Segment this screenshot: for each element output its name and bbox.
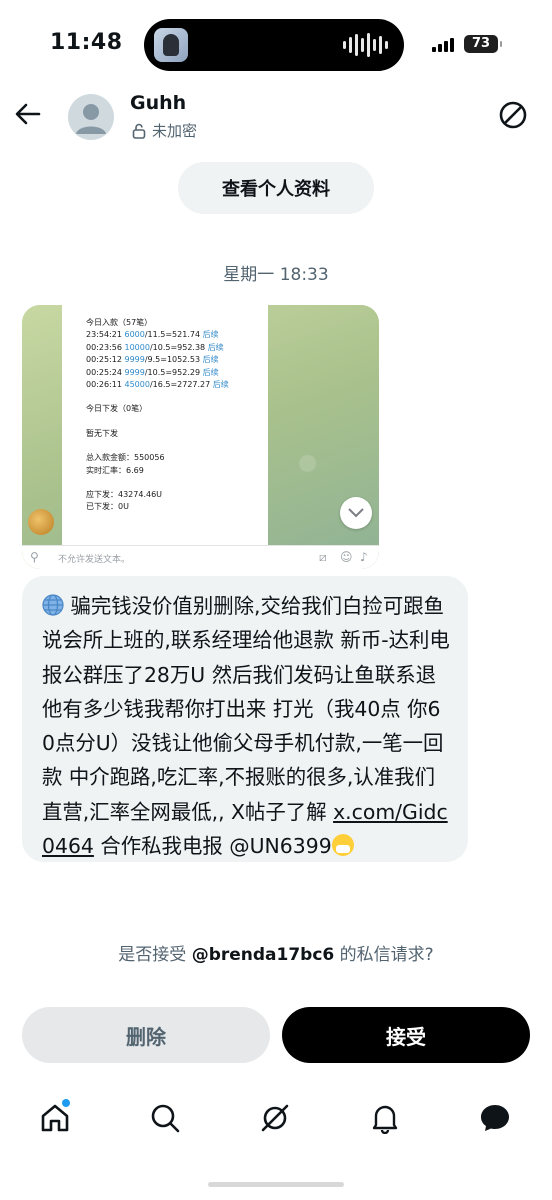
conversation-header: Guhh 未加密 (0, 86, 552, 150)
date-separator: 星期一 18:33 (223, 265, 329, 285)
notifications-icon (372, 1105, 398, 1134)
default-avatar-icon (76, 104, 106, 134)
now-playing-artwork (154, 28, 188, 62)
request-prefix: 是否接受 (118, 945, 192, 965)
back-button[interactable] (12, 98, 44, 130)
bottom-tab-bar (0, 1090, 552, 1150)
request-handle: @brenda17bc6 (191, 945, 335, 965)
message-bubble[interactable]: 骗完钱没价值别删除,交给我们白捡可跟鱼说会所上班的,联系经理给他退款 新币-达利… (22, 576, 468, 862)
no-out-label: 暂无下发 (86, 428, 118, 438)
input-placeholder: 不允许发送文本。 (58, 555, 131, 565)
today-in-heading: 今日入款（57笔） (86, 318, 153, 327)
avatar[interactable] (68, 94, 114, 140)
search-icon (151, 1104, 180, 1133)
message-request-prompt: 是否接受 @brenda17bc6 的私信请求? (0, 940, 552, 965)
unlock-icon (132, 123, 146, 139)
dynamic-island (144, 19, 404, 71)
ledger-row: 00:23:56 10000/10.5=952.38 后续 (86, 342, 224, 352)
contact-name[interactable]: Guhh (130, 92, 186, 114)
mask-face-emoji-icon (331, 834, 354, 857)
chevron-down-icon (348, 508, 364, 518)
tab-messages[interactable] (477, 1100, 513, 1136)
attach-icon: ⚲ (30, 550, 39, 564)
image-message[interactable]: 今日入款（57笔） 23:54:21 6000/11.5=521.74 后续 0… (22, 305, 379, 569)
grok-icon (261, 1104, 289, 1132)
ledger-row: 00:26:11 45000/16.5=2727.27 后续 (86, 380, 229, 390)
ledger-row: 23:54:21 6000/11.5=521.74 后续 (86, 330, 219, 340)
rate-label: 实时汇率：6.69 (86, 465, 144, 475)
wifi-icon (448, 32, 462, 52)
tab-notifications[interactable] (367, 1100, 403, 1136)
total-in-label: 总入款金额：550056 (86, 453, 165, 463)
telegram-screenshot-panel: 今日入款（57笔） 23:54:21 6000/11.5=521.74 后续 0… (62, 305, 268, 545)
battery-icon: 73 (464, 35, 502, 53)
ledger-row: 00:25:24 9999/10.5=952.29 后续 (86, 367, 219, 377)
delete-button[interactable]: 删除 (22, 1007, 270, 1063)
message-text: 骗完钱没价值别删除,交给我们白捡可跟鱼说会所上班的,联系经理给他退款 新币-达利… (42, 589, 452, 863)
status-bar: 11:48 73 (0, 0, 552, 90)
scroll-down-button (340, 497, 372, 529)
view-profile-button[interactable]: 查看个人资料 (178, 162, 374, 214)
today-out-heading: 今日下发（0笔） (86, 404, 148, 414)
message-body: 骗完钱没价值别删除,交给我们白捡可跟鱼说会所上班的,联系经理给他退款 新币-达利… (42, 594, 450, 824)
sent-label: 已下发：0U (86, 502, 129, 512)
status-time: 11:48 (50, 30, 123, 55)
arrow-left-icon (15, 103, 41, 125)
message-tail: 合作私我电报 @UN6399 (93, 834, 332, 859)
sender-avatar (28, 509, 54, 535)
accept-button[interactable]: 接受 (282, 1007, 530, 1063)
mic-icon: ♪ (360, 550, 368, 564)
request-suffix: 的私信请求? (334, 945, 434, 965)
ledger-row: 00:25:12 9999/9.5=1052.53 后续 (86, 355, 219, 365)
tab-search[interactable] (147, 1100, 183, 1136)
emoji-icon: ☺ (340, 550, 353, 564)
encryption-label: 未加密 (152, 122, 198, 140)
audio-wave-icon (343, 33, 388, 57)
telegram-input-bar: ⚲ 不允许发送文本。 ⧄ ☺ ♪ (22, 545, 379, 569)
new-post-indicator (62, 1099, 70, 1107)
messages-icon (481, 1105, 509, 1131)
should-out-label: 应下发：43274.46U (86, 490, 163, 500)
home-indicator (208, 1182, 344, 1187)
encryption-status: 未加密 (132, 120, 197, 141)
battery-level: 73 (471, 36, 491, 51)
block-icon[interactable] (496, 98, 530, 132)
globe-icon (42, 594, 64, 616)
command-icon: ⧄ (319, 550, 327, 564)
tab-grok[interactable] (257, 1100, 293, 1136)
